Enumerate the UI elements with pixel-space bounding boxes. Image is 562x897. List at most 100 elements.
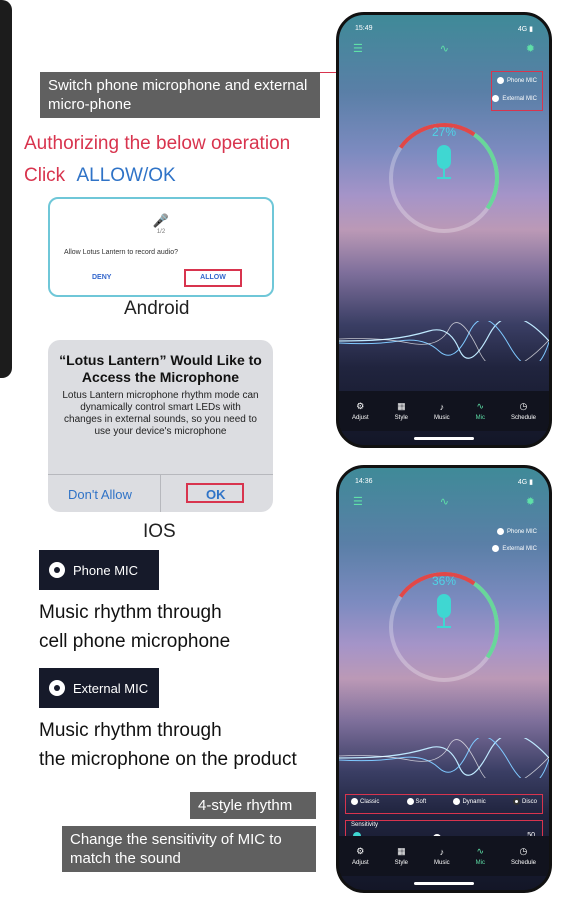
callout-4-style: 4-style rhythm	[190, 792, 316, 819]
radio-icon	[492, 545, 500, 552]
battery-icon: ▮	[529, 479, 533, 486]
phone-screenshot-1: 15:49 4G ▮ ☰ ∿ ✹ Phone MIC External MIC …	[336, 12, 552, 448]
phone2-option-external-mic[interactable]: External MIC	[492, 545, 537, 552]
sensitivity-label: Sensitivity	[351, 822, 379, 828]
android-allow-button[interactable]: ALLOW	[184, 269, 242, 287]
nav-mic[interactable]: ∿ Mic	[476, 401, 485, 421]
external-desc-line-2: the microphone on the product	[39, 749, 297, 770]
phone-mic-label: Phone MIC	[73, 562, 139, 578]
sliders-icon: ⚙	[356, 846, 365, 856]
style-options: Classic Soft Dynamic Disco	[351, 798, 537, 805]
left-edge-bar	[0, 0, 12, 378]
click-word: Click	[24, 165, 66, 186]
ios-permission-dialog: “Lotus Lantern” Would Like to Access the…	[48, 340, 273, 512]
phone1-screen: 15:49 4G ▮ ☰ ∿ ✹ Phone MIC External MIC …	[339, 15, 549, 445]
logo-wave-icon: ∿	[439, 42, 449, 55]
clock-icon: ◷	[519, 846, 528, 856]
radio-icon	[492, 95, 500, 102]
phone2-signal-text: 4G	[517, 479, 528, 486]
phone2-screen: 14:36 4G ▮ ☰ ∿ ✹ Phone MIC External MIC …	[339, 468, 549, 890]
wave-icon: ∿	[476, 401, 485, 411]
battery-icon: ▮	[529, 26, 533, 33]
clock-icon: ◷	[519, 401, 528, 411]
phone2-signal: 4G ▮	[518, 478, 533, 488]
phone1-option-external-label: External MIC	[502, 95, 537, 102]
phone2-top-bar: ☰ ∿ ✹	[353, 494, 535, 508]
phone1-option-phone-mic[interactable]: Phone MIC	[496, 77, 537, 84]
music-note-icon: ♪	[439, 846, 445, 857]
external-mic-label: External MIC	[73, 680, 149, 696]
nav-music[interactable]: ♪ Music	[434, 402, 450, 421]
phone1-signal-text: 4G	[517, 26, 528, 33]
callout-sensitivity: Change the sensitivity of MIC to match t…	[62, 826, 316, 872]
ios-ok-button[interactable]: OK	[206, 487, 226, 502]
microphone-icon: 🎤	[152, 213, 170, 228]
android-step: 1/2	[156, 229, 166, 235]
phone2-status-bar: 14:36 4G ▮	[355, 478, 533, 488]
phone1-level-percent: 27%	[431, 125, 457, 139]
nav-style[interactable]: ▦ Style	[395, 846, 408, 866]
android-mic-header: 🎤 1/2	[50, 213, 272, 235]
menu-icon[interactable]: ☰	[353, 42, 363, 55]
microphone-icon[interactable]	[437, 594, 451, 628]
ios-divider-vertical	[160, 474, 161, 512]
grid-icon: ▦	[397, 846, 406, 856]
nav-adjust[interactable]: ⚙ Adjust	[352, 846, 369, 866]
settings-icon[interactable]: ✹	[526, 495, 535, 508]
external-mic-pill: External MIC	[39, 668, 159, 708]
nav-mic[interactable]: ∿ Mic	[476, 846, 485, 866]
ios-label: IOS	[143, 521, 176, 542]
android-label: Android	[124, 298, 190, 319]
radio-icon	[496, 77, 504, 84]
android-deny-button[interactable]: DENY	[92, 274, 111, 281]
menu-icon[interactable]: ☰	[353, 495, 363, 508]
phone2-level-percent: 36%	[431, 574, 457, 588]
callout-sensitivity-text: Change the sensitivity of MIC to match t…	[70, 831, 282, 867]
phone2-sound-wave	[339, 738, 549, 778]
logo-wave-icon: ∿	[439, 495, 449, 508]
android-question: Allow Lotus Lantern to record audio?	[64, 249, 179, 256]
microphone-icon[interactable]	[437, 145, 451, 179]
phone2-bottom-nav: ⚙ Adjust ▦ Style ♪ Music ∿ Mic ◷ Schedule	[339, 836, 549, 876]
ios-dialog-body: Lotus Lantern microphone rhythm mode can…	[62, 390, 259, 437]
phone1-time: 15:49	[355, 25, 373, 32]
ios-dont-allow-button[interactable]: Don't Allow	[68, 487, 132, 502]
radio-icon	[496, 528, 504, 535]
phone1-top-bar: ☰ ∿ ✹	[353, 41, 535, 55]
phone1-option-phone-label: Phone MIC	[506, 77, 537, 84]
nav-schedule[interactable]: ◷ Schedule	[511, 401, 536, 421]
phone2-option-phone-mic[interactable]: Phone MIC	[496, 528, 537, 535]
wave-icon: ∿	[476, 846, 485, 856]
click-instruction: Click ALLOW/OK	[24, 165, 176, 187]
style-soft[interactable]: Soft	[406, 798, 426, 805]
style-dynamic[interactable]: Dynamic	[453, 798, 486, 805]
nav-schedule[interactable]: ◷ Schedule	[511, 846, 536, 866]
phone-mic-pill: Phone MIC	[39, 550, 159, 590]
phone1-signal: 4G ▮	[518, 25, 533, 35]
phone1-bottom-nav: ⚙ Adjust ▦ Style ♪ Music ∿ Mic ◷ Schedule	[339, 391, 549, 431]
grid-icon: ▦	[397, 401, 406, 411]
sliders-icon: ⚙	[356, 401, 365, 411]
radio-selected-icon	[49, 562, 65, 578]
android-permission-dialog: 🎤 1/2 Allow Lotus Lantern to record audi…	[48, 197, 274, 297]
callout-switch-mic: Switch phone microphone and external mic…	[40, 72, 320, 118]
style-disco[interactable]: Disco	[512, 798, 537, 805]
nav-style[interactable]: ▦ Style	[395, 401, 408, 421]
phone-desc-line-1: Music rhythm through	[39, 602, 222, 623]
nav-adjust[interactable]: ⚙ Adjust	[352, 401, 369, 421]
nav-music[interactable]: ♪ Music	[434, 847, 450, 866]
phone1-option-external-mic[interactable]: External MIC	[492, 95, 537, 102]
phone-screenshot-2: 14:36 4G ▮ ☰ ∿ ✹ Phone MIC External MIC …	[336, 465, 552, 893]
settings-icon[interactable]: ✹	[526, 42, 535, 55]
style-classic[interactable]: Classic	[351, 798, 379, 805]
phone-desc-line-2: cell phone microphone	[39, 631, 231, 652]
phone-mic-description: Music rhythm through cell phone micropho…	[39, 598, 230, 656]
phone2-option-phone-label: Phone MIC	[506, 528, 537, 535]
phone2-time: 14:36	[355, 478, 373, 485]
auth-instruction: Authorizing the below operation	[24, 133, 291, 154]
home-indicator	[414, 882, 474, 885]
phone1-status-bar: 15:49 4G ▮	[355, 25, 533, 35]
callout-switch-mic-text: Switch phone microphone and external mic…	[48, 77, 308, 113]
phone2-option-external-label: External MIC	[502, 545, 537, 552]
ios-dialog-title: “Lotus Lantern” Would Like to Access the…	[59, 352, 262, 385]
